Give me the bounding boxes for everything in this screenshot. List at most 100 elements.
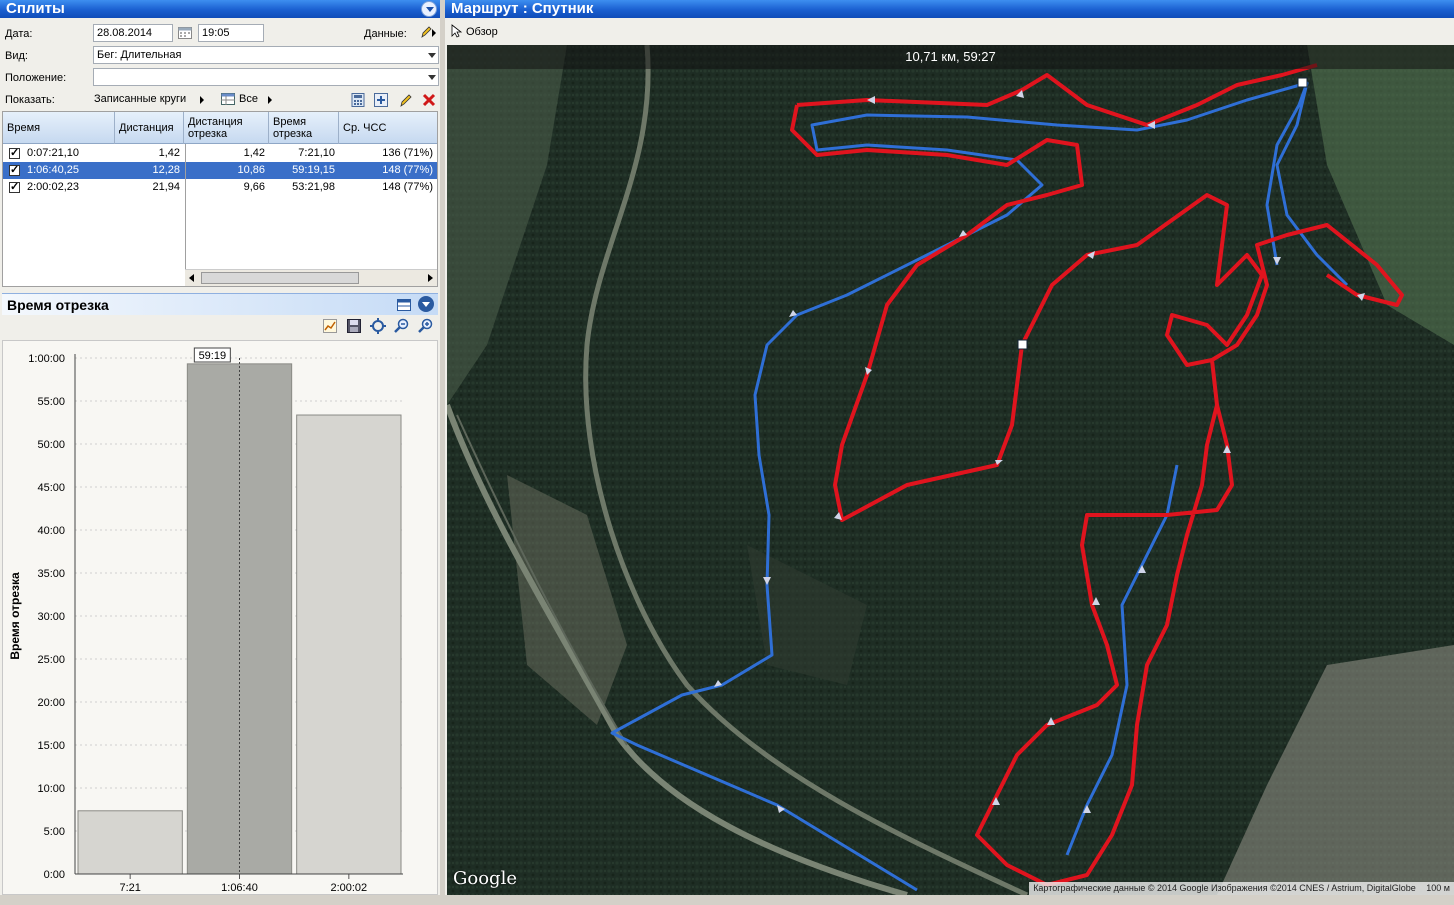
chevron-down-icon[interactable] [428, 53, 436, 58]
route-title-bar: Маршрут : Спутник [445, 0, 1454, 18]
cell-segment-time: 59:19,15 [292, 164, 335, 176]
grid-frozen-divider[interactable] [185, 144, 186, 269]
time-field[interactable]: 19:05 [198, 24, 264, 42]
cell-time: 2:00:02,23 [27, 181, 79, 193]
show-label: Показать: [5, 94, 55, 106]
position-combo[interactable] [93, 68, 439, 86]
zoom-out-icon[interactable] [394, 318, 410, 334]
pause-marker-icon[interactable] [1017, 339, 1028, 350]
table-row[interactable]: 1:06:40,25 12,28 10,86 59:19,15 148 (77%… [3, 162, 437, 179]
splits-table: Время Дистанция Дистанция отрезка Время … [2, 111, 438, 287]
y-tick-label: 30:00 [37, 611, 65, 623]
cell-distance: 12,28 [152, 164, 180, 176]
horizontal-scrollbar[interactable] [185, 269, 437, 286]
pencil-icon[interactable] [419, 25, 433, 42]
splits-title-bar: Сплиты [0, 0, 440, 18]
chart-line-icon[interactable] [322, 318, 338, 334]
y-tick-label: 5:00 [44, 826, 65, 838]
column-header-avg-hr[interactable]: Ср. ЧСС [339, 112, 437, 144]
y-tick-label: 45:00 [37, 482, 65, 494]
filter-dropdown[interactable]: Все [239, 93, 258, 105]
layout-icon[interactable] [396, 297, 412, 316]
table-icon [221, 93, 235, 108]
row-checkbox[interactable] [9, 179, 20, 196]
row-checkbox[interactable] [9, 162, 20, 179]
scroll-right-arrow-icon[interactable] [428, 274, 433, 282]
column-header-segment-distance[interactable]: Дистанция отрезка [184, 112, 269, 144]
view-label: Вид: [5, 50, 28, 62]
column-header-distance[interactable]: Дистанция [115, 112, 184, 144]
fit-view-icon[interactable] [370, 318, 386, 334]
segment-time-chart: 0:00 5:00 10:00 15:00 20:00 25:00 30:00 35:00 40… [2, 340, 438, 895]
cell-time: 1:06:40,25 [27, 164, 79, 176]
map-attribution: Картографические данные © 2014 Google Из… [1029, 882, 1454, 895]
cell-segment-distance: 9,66 [243, 181, 265, 193]
y-axis-label: Время отрезка [8, 572, 22, 660]
chevron-down-icon[interactable] [428, 75, 436, 80]
chart-panel-header: Время отрезка [2, 293, 438, 315]
table-row[interactable]: 2:00:02,23 21,94 9,66 53:21,98 148 (77%) [3, 179, 437, 196]
chevron-right-icon[interactable] [200, 96, 204, 104]
cell-time: 0:07:21,10 [27, 147, 79, 159]
google-logo: Google [453, 868, 517, 889]
y-tick-label: 15:00 [37, 740, 65, 752]
route-title: Маршрут : Спутник [451, 0, 594, 17]
calculator-icon[interactable] [350, 92, 366, 108]
bar-chart-svg: 0:00 5:00 10:00 15:00 20:00 25:00 30:00 35:00 40… [8, 347, 403, 894]
x-tick-label: 1:06:40 [221, 882, 258, 894]
data-label: Данные: [364, 28, 407, 40]
date-label: Дата: [5, 28, 33, 40]
cell-distance: 21,94 [152, 181, 180, 193]
map-distance-time: 10,71 км, 59:27 [905, 49, 996, 64]
y-tick-label: 20:00 [37, 697, 65, 709]
chevron-right-icon[interactable] [432, 29, 436, 37]
column-header-segment-time[interactable]: Время отрезка [269, 112, 339, 144]
scrollbar-thumb[interactable] [201, 272, 359, 284]
splits-panel: Сплиты Дата: 28.08.2014 19:05 Данные: Ви… [0, 0, 440, 905]
y-tick-label: 0:00 [44, 869, 65, 881]
column-header-time[interactable]: Время [3, 112, 115, 144]
status-bar [0, 895, 1454, 905]
pointer-icon [451, 24, 463, 41]
edit-pencil-icon[interactable] [398, 92, 414, 108]
calendar-icon[interactable] [178, 26, 192, 39]
cell-segment-distance: 10,86 [237, 164, 265, 176]
row-checkbox[interactable] [9, 145, 20, 162]
bar-value-label: 59:19 [199, 350, 227, 362]
y-tick-label: 10:00 [37, 783, 65, 795]
overview-button[interactable]: Обзор [466, 26, 498, 38]
chevron-right-icon[interactable] [268, 96, 272, 104]
cell-distance: 1,42 [158, 147, 180, 159]
cell-segment-time: 53:21,98 [292, 181, 335, 193]
show-laps-dropdown[interactable]: Записанные круги [94, 93, 186, 105]
delete-icon[interactable] [421, 92, 437, 108]
chart-bar [296, 414, 402, 875]
y-tick-label: 40:00 [37, 525, 65, 537]
y-tick-label: 50:00 [37, 439, 65, 451]
map-imagery [447, 45, 1454, 895]
scroll-left-arrow-icon[interactable] [189, 274, 194, 282]
satellite-map[interactable]: 10,71 км, 59:27 Google Картографические … [447, 45, 1454, 895]
view-combo-value: Бег: Длительная [97, 49, 182, 61]
route-panel: Маршрут : Спутник Обзор 10,71 км, 59:27 … [445, 0, 1454, 905]
map-scale: 100 м [1426, 883, 1450, 893]
attribution-text: Картографические данные © 2014 Google Из… [1033, 883, 1416, 893]
save-icon[interactable] [346, 318, 362, 334]
map-info-bar: 10,71 км, 59:27 [447, 45, 1454, 69]
cell-segment-time: 7:21,10 [298, 147, 335, 159]
chart-bar [77, 810, 183, 875]
pause-marker-icon[interactable] [1297, 77, 1308, 88]
view-combo[interactable]: Бег: Длительная [93, 46, 439, 64]
x-tick-label: 7:21 [119, 882, 140, 894]
y-tick-label: 1:00:00 [28, 353, 65, 365]
zoom-in-icon[interactable] [418, 318, 434, 334]
cell-avg-hr: 136 (71%) [382, 147, 433, 159]
cell-segment-distance: 1,42 [243, 147, 265, 159]
y-tick-label: 35:00 [37, 568, 65, 580]
date-field[interactable]: 28.08.2014 [93, 24, 173, 42]
table-row[interactable]: 0:07:21,10 1,42 1,42 7:21,10 136 (71%) [3, 145, 437, 162]
chart-panel-title: Время отрезка [7, 297, 109, 313]
add-icon[interactable] [373, 92, 389, 108]
splits-menu-button[interactable] [421, 1, 437, 17]
chart-menu-button[interactable] [418, 296, 434, 312]
